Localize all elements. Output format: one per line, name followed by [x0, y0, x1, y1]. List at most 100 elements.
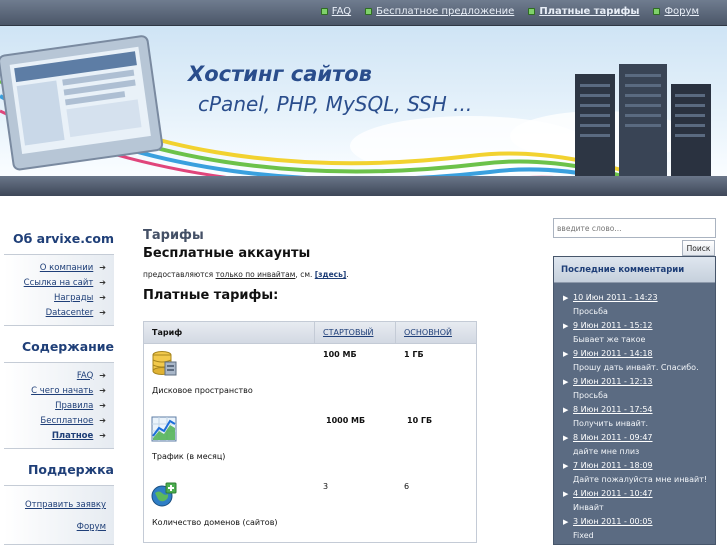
free-accounts-text: предоставляются только по инвайтам, см. … [143, 270, 533, 284]
chart-icon [151, 416, 177, 442]
nav-item-free-offer[interactable]: Бесплатное предложение [365, 6, 514, 17]
column-header-basic[interactable]: ОСНОВНОЙ [395, 322, 476, 343]
banner-bottom-strip [0, 176, 727, 196]
comment-text: Fixed [573, 531, 594, 540]
comment-date-link[interactable]: 7 Июн 2011 - 18:09 [573, 461, 653, 470]
starter-value: 3 [323, 482, 329, 491]
banner-subtitle: cPanel, PHP, MySQL, SSH ... [198, 92, 473, 116]
list-item: ▶ 9 Июн 2011 - 14:18 Прошу дать инвайт. Сп… [554, 349, 715, 377]
content-heading: Содержание [21, 339, 114, 354]
sidebar-item-label: FAQ [76, 370, 94, 381]
comment-date-link[interactable]: 8 Июн 2011 - 09:47 [573, 433, 653, 442]
comment-date-link[interactable]: 9 Июн 2011 - 15:12 [573, 321, 653, 330]
comment-text: Получить инвайт. [573, 419, 649, 428]
row-label: Количество доменов (сайтов) [152, 518, 278, 527]
triangle-right-icon: ▶ [563, 322, 569, 330]
free-accounts-heading: Бесплатные аккаунты [143, 246, 311, 261]
table-row: Количество доменов (сайтов) 3 6 [144, 476, 476, 542]
list-item: ▶ 8 Июн 2011 - 09:47 дайте мне плиз [554, 433, 715, 461]
arrow-right-icon: ➔ [99, 371, 106, 380]
top-bar: FAQ Бесплатное предложение Платные тариф… [0, 0, 727, 26]
triangle-right-icon: ▶ [563, 518, 569, 526]
arrow-right-icon: ➔ [99, 308, 106, 317]
here-link[interactable]: [здесь] [315, 270, 347, 279]
list-item: ▶ 3 Июн 2011 - 00:05 Fixed [554, 517, 715, 545]
triangle-right-icon: ▶ [563, 434, 569, 442]
comment-text: Бывает же такое [573, 335, 646, 344]
arrow-right-icon: ➔ [99, 278, 106, 287]
table-row: Трафик (в месяц) 1000 МБ 10 ГБ [144, 410, 476, 476]
comment-date-link[interactable]: 9 Июн 2011 - 12:13 [573, 377, 653, 386]
triangle-right-icon: ▶ [563, 406, 569, 414]
sidebar-item-paid[interactable]: Платное ➔ [4, 428, 114, 443]
comment-list: ▶ 10 Июн 2011 - 14:23 Просьба ▶ 9 Июн 2011 … [554, 283, 715, 545]
invites-link[interactable]: только по инвайтам [216, 270, 296, 279]
column-header-starter[interactable]: СТАРТОВЫЙ [314, 322, 395, 343]
column-header-plan: Тариф [152, 328, 183, 337]
triangle-right-icon: ▶ [563, 490, 569, 498]
content-menu: FAQ ➔ С чего начать ➔ Правила ➔ Бесплатное ➔… [4, 362, 114, 449]
comment-text: Просьба [573, 391, 608, 400]
sidebar-item-label: О компании [39, 262, 94, 273]
triangle-right-icon: ▶ [563, 378, 569, 386]
paid-plans-heading: Платные тарифы: [143, 288, 279, 303]
sidebar-item-rules[interactable]: Правила ➔ [4, 398, 114, 413]
sidebar-item-label: Datacenter [45, 307, 94, 318]
arrow-right-icon: ➔ [99, 416, 106, 425]
nav-item-forum[interactable]: Форум [653, 6, 699, 17]
about-heading: Об arvixe.com [12, 231, 114, 246]
basic-value: 6 [404, 482, 410, 491]
basic-value: 10 ГБ [407, 416, 433, 425]
left-sidebar: Об arvixe.com О компании ➔ Ссылка на сайт… [0, 228, 118, 545]
header-banner: Хостинг сайтов cPanel, PHP, MySQL, SSH .… [0, 26, 727, 196]
bullet-icon [320, 8, 328, 15]
sidebar-item-label: Отправить заявку [24, 500, 106, 510]
arrow-right-icon: ➔ [99, 401, 106, 410]
row-label: Трафик (в месяц) [152, 452, 226, 461]
sidebar-item-datacenter[interactable]: Datacenter ➔ [4, 305, 114, 320]
main-content: Тарифы Бесплатные аккаунты предоставляют… [143, 228, 533, 543]
comment-date-link[interactable]: 10 Июн 2011 - 14:23 [573, 293, 658, 302]
sidebar-item-free[interactable]: Бесплатное ➔ [4, 413, 114, 428]
sidebar-item-submit-ticket[interactable]: Отправить заявку [4, 494, 114, 516]
comment-text: Дайте пожалуйста мне инвайт! [573, 475, 708, 484]
sidebar-item-faq[interactable]: FAQ ➔ [4, 368, 114, 383]
comment-date-link[interactable]: 3 Июн 2011 - 00:05 [573, 517, 653, 526]
sidebar-item-awards[interactable]: Награды ➔ [4, 290, 114, 305]
recent-comments-title: Последние комментарии [554, 257, 715, 283]
comment-date-link[interactable]: 4 Июн 2011 - 10:47 [573, 489, 653, 498]
free-text-suffix: . [346, 270, 349, 279]
banner-title: Хостинг сайтов [188, 62, 372, 86]
comment-text: Просьба [573, 307, 608, 316]
search-button[interactable]: Поиск [682, 240, 715, 256]
list-item: ▶ 4 Июн 2011 - 10:47 Инвайт [554, 489, 715, 517]
sidebar-item-label: Форум [76, 522, 106, 532]
starter-value: 100 МБ [323, 350, 357, 359]
sidebar-item-about-company[interactable]: О компании ➔ [4, 260, 114, 275]
comment-date-link[interactable]: 9 Июн 2011 - 14:18 [573, 349, 653, 358]
search-input[interactable] [553, 218, 716, 238]
bullet-icon [653, 8, 661, 15]
comment-text: Инвайт [573, 503, 604, 512]
sidebar-item-link-to-site[interactable]: Ссылка на сайт ➔ [4, 275, 114, 290]
nav-item-label: Форум [664, 6, 699, 17]
recent-comments-panel: Последние комментарии ▶ 10 Июн 2011 - 14:… [553, 256, 716, 545]
bullet-icon [528, 8, 536, 15]
arrow-right-icon: ➔ [99, 263, 106, 272]
sidebar-item-getting-started[interactable]: С чего начать ➔ [4, 383, 114, 398]
list-item: ▶ 7 Июн 2011 - 18:09 Дайте пожалуйста мне … [554, 461, 715, 489]
list-item: ▶ 10 Июн 2011 - 14:23 Просьба [554, 293, 715, 321]
about-menu: О компании ➔ Ссылка на сайт ➔ Награды ➔ Dat… [4, 254, 114, 326]
sidebar-item-forum[interactable]: Форум [4, 516, 114, 538]
sidebar-item-label: Правила [55, 400, 94, 411]
nav-item-label: FAQ [331, 6, 352, 17]
nav-item-paid-plans[interactable]: Платные тарифы [528, 6, 639, 17]
globe-add-icon [151, 482, 177, 507]
bullet-icon [365, 8, 373, 15]
nav-item-faq[interactable]: FAQ [320, 6, 352, 17]
comment-date-link[interactable]: 8 Июн 2011 - 17:54 [573, 405, 653, 414]
list-item: ▶ 9 Июн 2011 - 15:12 Бывает же такое [554, 321, 715, 349]
comment-text: дайте мне плиз [573, 447, 640, 456]
nav-item-label: Платные тарифы [539, 6, 640, 17]
triangle-right-icon: ▶ [563, 462, 569, 470]
